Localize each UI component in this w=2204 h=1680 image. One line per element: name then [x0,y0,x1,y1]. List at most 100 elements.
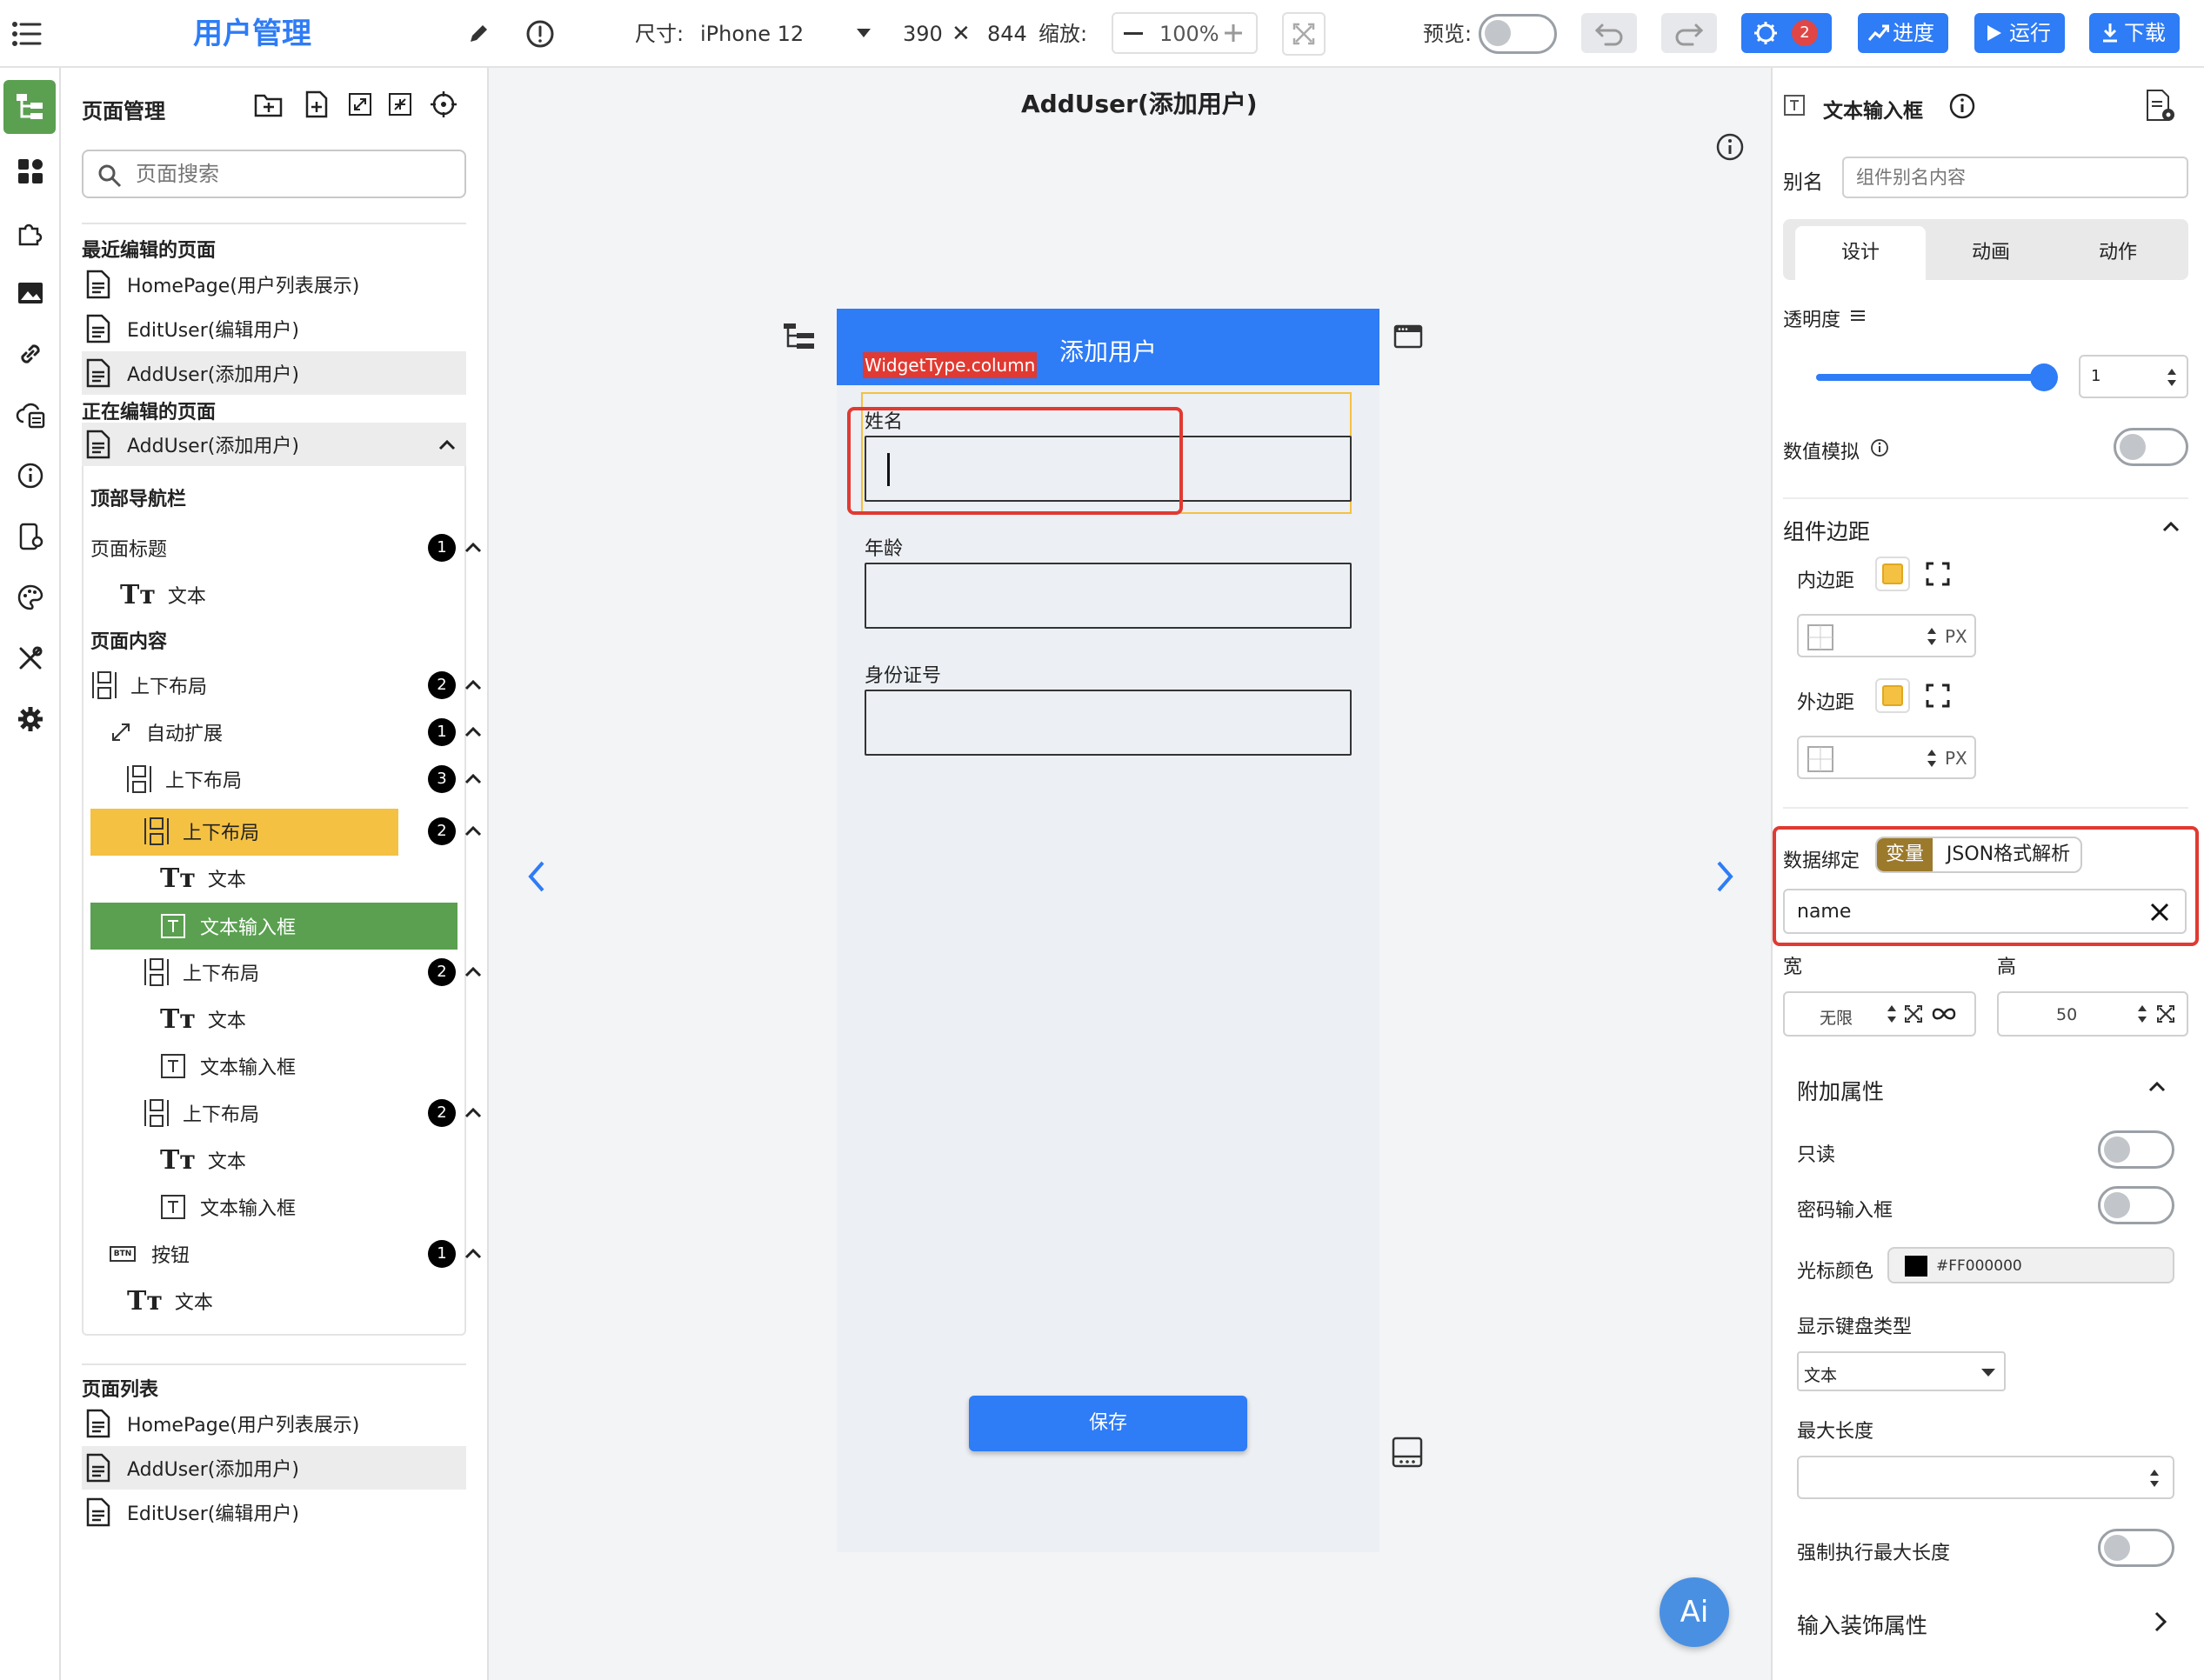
tab-action[interactable]: 动作 [2053,226,2183,280]
stepper-icon[interactable] [2148,1466,2161,1490]
keyboard-type-select[interactable]: 文本 [1797,1351,2006,1391]
preview-toggle[interactable] [1479,14,1557,54]
rail-images-icon[interactable] [9,271,52,315]
chevron-up-icon[interactable] [463,675,484,696]
padding-value-field[interactable]: PX [1797,614,1976,657]
fullscreen-button[interactable] [1282,12,1326,56]
collapse-all-icon[interactable] [388,92,412,117]
tree-page-title-text[interactable]: Tт 文本 [90,572,466,617]
save-button[interactable]: 保存 [969,1396,1247,1451]
padding-individual-icon[interactable] [1922,558,1954,590]
tree-column-1[interactable]: 上下布局 2 [90,809,482,854]
page-search-input[interactable] [136,158,457,190]
margin-uniform-toggle[interactable] [1875,678,1910,713]
width-value[interactable]: 390 [903,0,943,68]
opacity-slider[interactable] [1816,363,2058,391]
redo-button[interactable] [1661,13,1717,53]
padding-uniform-toggle[interactable] [1875,557,1910,591]
download-button[interactable]: 下载 [2089,13,2180,53]
tree-inner-column[interactable]: 上下布局 3 [90,757,482,802]
rail-plugins-icon[interactable] [9,210,52,254]
chevron-up-icon[interactable] [463,722,484,743]
alias-input[interactable] [1856,163,2178,191]
page-list-adduser[interactable]: AddUser(添加用户) [82,1446,466,1490]
tree-column-3-text[interactable]: Tт 文本 [90,1137,466,1183]
doc-settings-icon[interactable] [2145,89,2178,123]
prev-page-chevron-icon[interactable] [524,859,550,894]
alias-field[interactable] [1842,157,2188,198]
locate-crosshair-icon[interactable] [430,90,457,118]
tree-column-2-input[interactable]: 文本输入框 [90,1043,466,1089]
binding-value-field[interactable]: name [1783,889,2187,934]
bottom-bar-icon[interactable] [1392,1437,1423,1468]
debug-button[interactable]: 2 [1741,13,1832,53]
height-value[interactable]: 844 [987,0,1027,68]
recent-page-adduser[interactable]: AddUser(添加用户) [82,351,466,395]
warning-circle-icon[interactable] [525,19,555,49]
tree-page-title[interactable]: 页面标题 1 [90,525,482,570]
device-dropdown-icon[interactable] [857,29,871,39]
stepper-icon[interactable] [2166,365,2178,390]
max-length-field[interactable] [1797,1456,2174,1499]
stepper-icon[interactable] [2136,1002,2148,1026]
expand-all-icon[interactable] [348,92,372,117]
rail-components-icon[interactable] [9,150,52,193]
binding-variable-tab[interactable]: 变量 [1877,838,1933,871]
app-bar[interactable]: 添加用户 WidgetType.column [837,309,1379,385]
tree-column-2[interactable]: 上下布局 2 [90,950,482,995]
widget-tree-icon[interactable] [783,322,816,351]
age-input[interactable] [865,563,1352,629]
component-info-icon[interactable] [1948,92,1976,120]
chevron-up-icon[interactable] [463,821,484,842]
edit-pencil-icon[interactable] [465,21,491,47]
device-select[interactable]: iPhone 12 [700,0,804,68]
fit-parent-icon[interactable] [1903,1003,1924,1024]
editing-page-item[interactable]: AddUser(添加用户) [82,423,466,466]
tree-column-3-input[interactable]: 文本输入框 [90,1184,466,1230]
input-decoration-heading[interactable]: 输入装饰属性 [1797,1609,1927,1640]
tree-column-3[interactable]: 上下布局 2 [90,1090,482,1136]
page-search-field[interactable] [82,150,466,198]
opacity-number-field[interactable]: 1 [2079,355,2188,398]
tree-auto-expand[interactable]: 自动扩展 1 [90,710,482,755]
recent-page-edituser[interactable]: EditUser(编辑用户) [82,307,466,350]
cursor-color-field[interactable]: #FF000000 [1887,1247,2174,1283]
value-mock-toggle[interactable] [2114,428,2188,466]
clear-binding-icon[interactable] [2148,901,2171,923]
tree-column-1-text[interactable]: Tт 文本 [90,856,466,901]
recent-page-homepage[interactable]: HomePage(用户列表展示) [82,263,466,306]
margin-value-field[interactable]: PX [1797,736,1976,779]
page-list-homepage[interactable]: HomePage(用户列表展示) [82,1402,466,1445]
rail-page-tree-icon[interactable] [3,80,56,134]
collapse-extra-chevron-icon[interactable] [2147,1077,2167,1097]
stepper-icon[interactable] [1926,624,1938,649]
collapse-chevron-icon[interactable] [437,435,457,456]
binding-json-tab[interactable]: JSON格式解析 [1936,838,2080,871]
menu-icon[interactable] [10,17,43,50]
tab-animation[interactable]: 动画 [1926,226,2056,280]
opacity-slider-thumb[interactable] [2030,363,2058,391]
page-list-edituser[interactable]: EditUser(编辑用户) [82,1490,466,1534]
tab-design[interactable]: 设计 [1795,226,1926,280]
tree-button-text[interactable]: Tт 文本 [90,1278,466,1323]
run-button[interactable]: 运行 [1974,13,2065,53]
stepper-icon[interactable] [1886,1002,1898,1026]
rail-settings-gear-icon[interactable] [9,697,52,741]
chevron-right-icon[interactable] [2152,1610,2169,1633]
tree-column-root[interactable]: 上下布局 2 [90,663,482,708]
ai-assistant-button[interactable]: Ai [1660,1577,1729,1647]
readonly-toggle[interactable] [2098,1130,2174,1169]
chevron-up-icon[interactable] [463,1243,484,1264]
width-field[interactable]: 无限 [1783,991,1976,1037]
tree-button[interactable]: BTN 按钮 1 [90,1231,482,1277]
chevron-up-icon[interactable] [463,962,484,983]
canvas-info-icon[interactable] [1715,132,1745,162]
infinity-icon[interactable] [1931,1005,1957,1023]
value-mock-info-icon[interactable] [1870,438,1889,457]
zoom-in-icon[interactable] [1223,23,1244,43]
tree-column-1-input-selected[interactable]: 文本输入框 [90,903,457,950]
new-folder-icon[interactable] [254,92,284,118]
height-field[interactable]: 50 [1997,991,2188,1037]
rail-theme-palette-icon[interactable] [9,576,52,619]
rail-link-icon[interactable] [9,332,52,376]
